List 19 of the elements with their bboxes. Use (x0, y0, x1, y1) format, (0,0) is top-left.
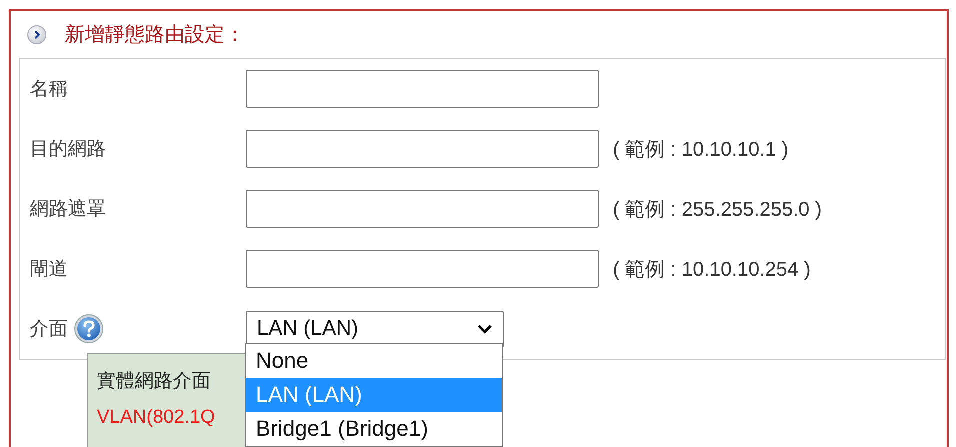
input-field[interactable] (246, 130, 599, 168)
tooltip-text: 實體網路介面 (97, 371, 211, 392)
input-field[interactable] (246, 70, 599, 108)
section-title: 新增靜態路由設定： (65, 23, 245, 48)
dropdown-option[interactable]: Bridge1 (Bridge1) (246, 412, 502, 446)
chevron-down-icon (477, 323, 493, 335)
input-field[interactable] (246, 250, 599, 288)
field-label: 名稱 (30, 78, 68, 102)
tooltip-text: VLAN(802.1Q (97, 407, 216, 428)
field-label: 目的網路 (30, 138, 106, 162)
field-label: 介面 (30, 318, 68, 342)
field-label: 網路遮罩 (30, 198, 106, 222)
example-hint: ( 範例 : 255.255.255.0 ) (613, 198, 822, 222)
example-hint: ( 範例 : 10.10.10.1 ) (613, 138, 789, 162)
example-hint: ( 範例 : 10.10.10.254 ) (613, 258, 811, 282)
input-field[interactable] (246, 190, 599, 228)
chevron-right-icon (27, 24, 47, 44)
field-label: 閘道 (30, 258, 68, 282)
help-icon[interactable] (74, 314, 104, 344)
